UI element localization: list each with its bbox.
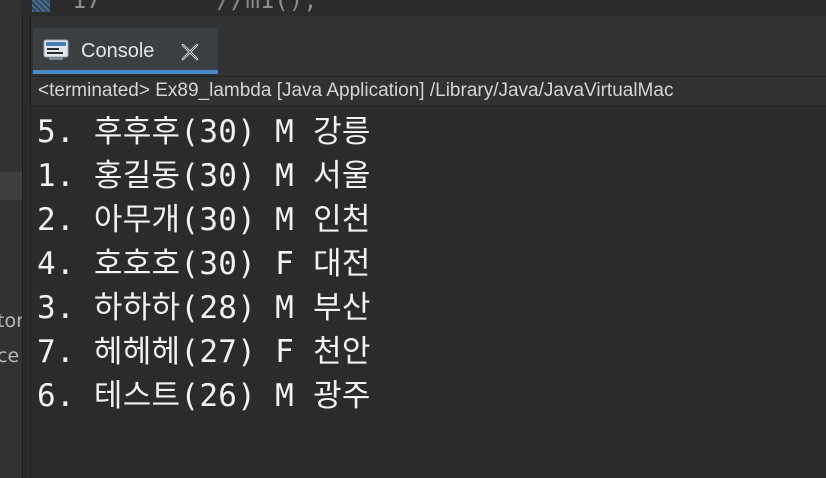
editor-code-line: 17 //m1(); (72, 0, 318, 14)
editor-code-text: //m1(); (216, 0, 318, 14)
console-output-line: 4. 호호호(30) F 대전 (37, 246, 371, 282)
tab-console[interactable]: Console (33, 28, 218, 74)
editor-line-number: 17 (72, 0, 101, 14)
left-panel-clipped-text: ce (0, 345, 20, 367)
close-icon[interactable] (179, 41, 201, 63)
console-icon (43, 39, 69, 60)
console-output-line: 2. 아무개(30) M 인천 (37, 202, 371, 238)
console-view: Console <terminated> Ex89_lambda [Java A… (30, 16, 826, 478)
console-output-line: 6. 테스트(26) M 광주 (37, 378, 371, 414)
tab-active-indicator (33, 70, 218, 74)
console-output[interactable]: 5. 후후후(30) M 강릉 1. 홍길동(30) M 서울 2. 아무개(3… (31, 106, 826, 478)
tab-console-label: Console (81, 40, 155, 62)
console-tab-bar: Console (31, 16, 826, 77)
left-side-panel: tor ce (0, 0, 23, 478)
left-panel-clipped-text: tor (0, 310, 23, 332)
editor-partial-view[interactable]: 17 //m1(); (22, 0, 826, 16)
editor-gutter-marker (32, 0, 50, 12)
ide-window: tor ce 17 //m1(); Console (0, 0, 826, 478)
console-output-line: 3. 하하하(28) M 부산 (37, 290, 371, 326)
console-output-line: 5. 후후후(30) M 강릉 (37, 114, 371, 150)
process-status-text: <terminated> Ex89_lambda [Java Applicati… (38, 80, 674, 101)
console-process-status: <terminated> Ex89_lambda [Java Applicati… (31, 77, 826, 106)
console-output-line: 1. 홍길동(30) M 서울 (37, 158, 371, 194)
left-panel-selected-row[interactable] (0, 172, 22, 200)
console-output-line: 7. 헤헤헤(27) F 천안 (37, 334, 371, 370)
